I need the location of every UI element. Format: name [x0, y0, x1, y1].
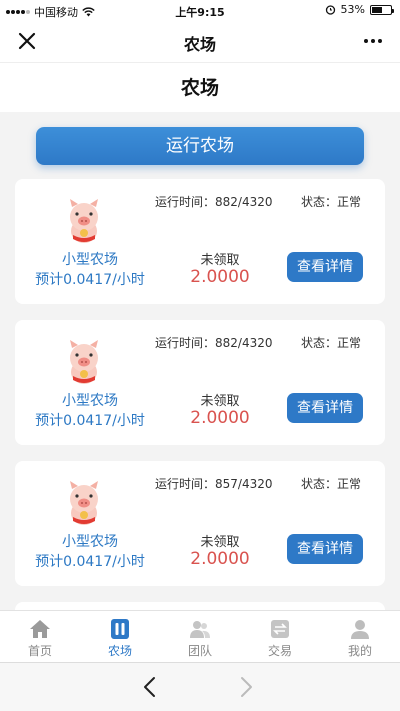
nav-bar: 农场 — [0, 20, 400, 62]
tab-home[interactable]: 首页 — [0, 611, 80, 662]
tab-label: 交易 — [267, 644, 292, 658]
more-button[interactable] — [360, 28, 386, 54]
alarm-icon — [325, 5, 335, 15]
farm-rate: 预计0.0417/小时 — [35, 554, 145, 570]
view-details-button[interactable]: 查看详情 — [287, 534, 363, 564]
battery-percent: 53% — [340, 3, 365, 16]
status-text: 状态：正常 — [301, 195, 362, 209]
runtime-value: 857/4320 — [215, 477, 273, 491]
runtime-text: 运行时间：882/4320 — [155, 195, 273, 209]
unclaimed-value: 2.0000 — [190, 267, 250, 287]
farm-card: 小型农场 预计0.0417/小时 运行时间：882/4320 状态：正常 未领取… — [15, 179, 385, 304]
tab-profile[interactable]: 我的 — [320, 611, 400, 662]
tab-label: 首页 — [27, 644, 52, 658]
runtime-value: 882/4320 — [215, 336, 273, 350]
tab-bar: 首页 农场 团队 交易 我的 — [0, 610, 400, 662]
farm-rate: 预计0.0417/小时 — [35, 413, 145, 429]
unclaimed-value: 2.0000 — [190, 408, 250, 428]
unclaimed-label: 未领取 — [200, 253, 240, 268]
status-value: 正常 — [337, 336, 362, 350]
pig-mascot-icon — [70, 481, 98, 525]
runtime-text: 运行时间：857/4320 — [155, 477, 273, 491]
page-title: 农场 — [0, 62, 400, 112]
tab-team[interactable]: 团队 — [160, 611, 240, 662]
trade-icon — [271, 620, 289, 638]
farm-card: 小型农场 预计0.0417/小时 运行时间：857/4320 状态：正常 未领取… — [15, 461, 385, 586]
tab-label: 我的 — [347, 644, 372, 658]
battery-fill — [372, 6, 382, 13]
forward-icon[interactable] — [236, 675, 256, 699]
home-icon — [30, 620, 50, 638]
farm-name: 小型农场 — [62, 534, 118, 550]
status-value: 正常 — [337, 195, 362, 209]
profile-icon — [351, 620, 369, 639]
status-text: 状态：正常 — [301, 336, 362, 350]
runtime-value: 882/4320 — [215, 195, 273, 209]
farm-rate: 预计0.0417/小时 — [35, 272, 145, 288]
status-value: 正常 — [337, 477, 362, 491]
farm-icon — [111, 619, 129, 639]
nav-title: 农场 — [183, 35, 216, 54]
run-farm-button[interactable]: 运行农场 — [36, 127, 364, 165]
browser-toolbar — [0, 662, 400, 711]
close-button[interactable] — [14, 28, 40, 54]
tab-farm[interactable]: 农场 — [80, 611, 160, 662]
tab-label: 团队 — [187, 644, 212, 658]
farm-name: 小型农场 — [62, 252, 118, 268]
farm-name: 小型农场 — [62, 393, 118, 409]
team-icon — [190, 621, 210, 638]
view-details-button[interactable]: 查看详情 — [287, 393, 363, 423]
runtime-text: 运行时间：882/4320 — [155, 336, 273, 350]
tab-label: 农场 — [107, 644, 132, 658]
device-status: 53% — [325, 3, 394, 16]
tab-trade[interactable]: 交易 — [240, 611, 320, 662]
more-icon — [364, 39, 368, 43]
farm-card: 小型农场 预计0.0417/小时 运行时间：882/4320 状态：正常 未领取… — [15, 320, 385, 445]
back-icon[interactable] — [140, 675, 160, 699]
battery-icon — [370, 4, 394, 15]
pig-mascot-icon — [70, 199, 98, 243]
close-icon — [18, 32, 36, 50]
unclaimed-label: 未领取 — [200, 535, 240, 550]
status-text: 状态：正常 — [301, 477, 362, 491]
status-bar: 中国移动 上午9:15 53% — [0, 0, 400, 20]
unclaimed-label: 未领取 — [200, 394, 240, 409]
view-details-button[interactable]: 查看详情 — [287, 252, 363, 282]
pig-mascot-icon — [70, 340, 98, 384]
unclaimed-value: 2.0000 — [190, 549, 250, 569]
